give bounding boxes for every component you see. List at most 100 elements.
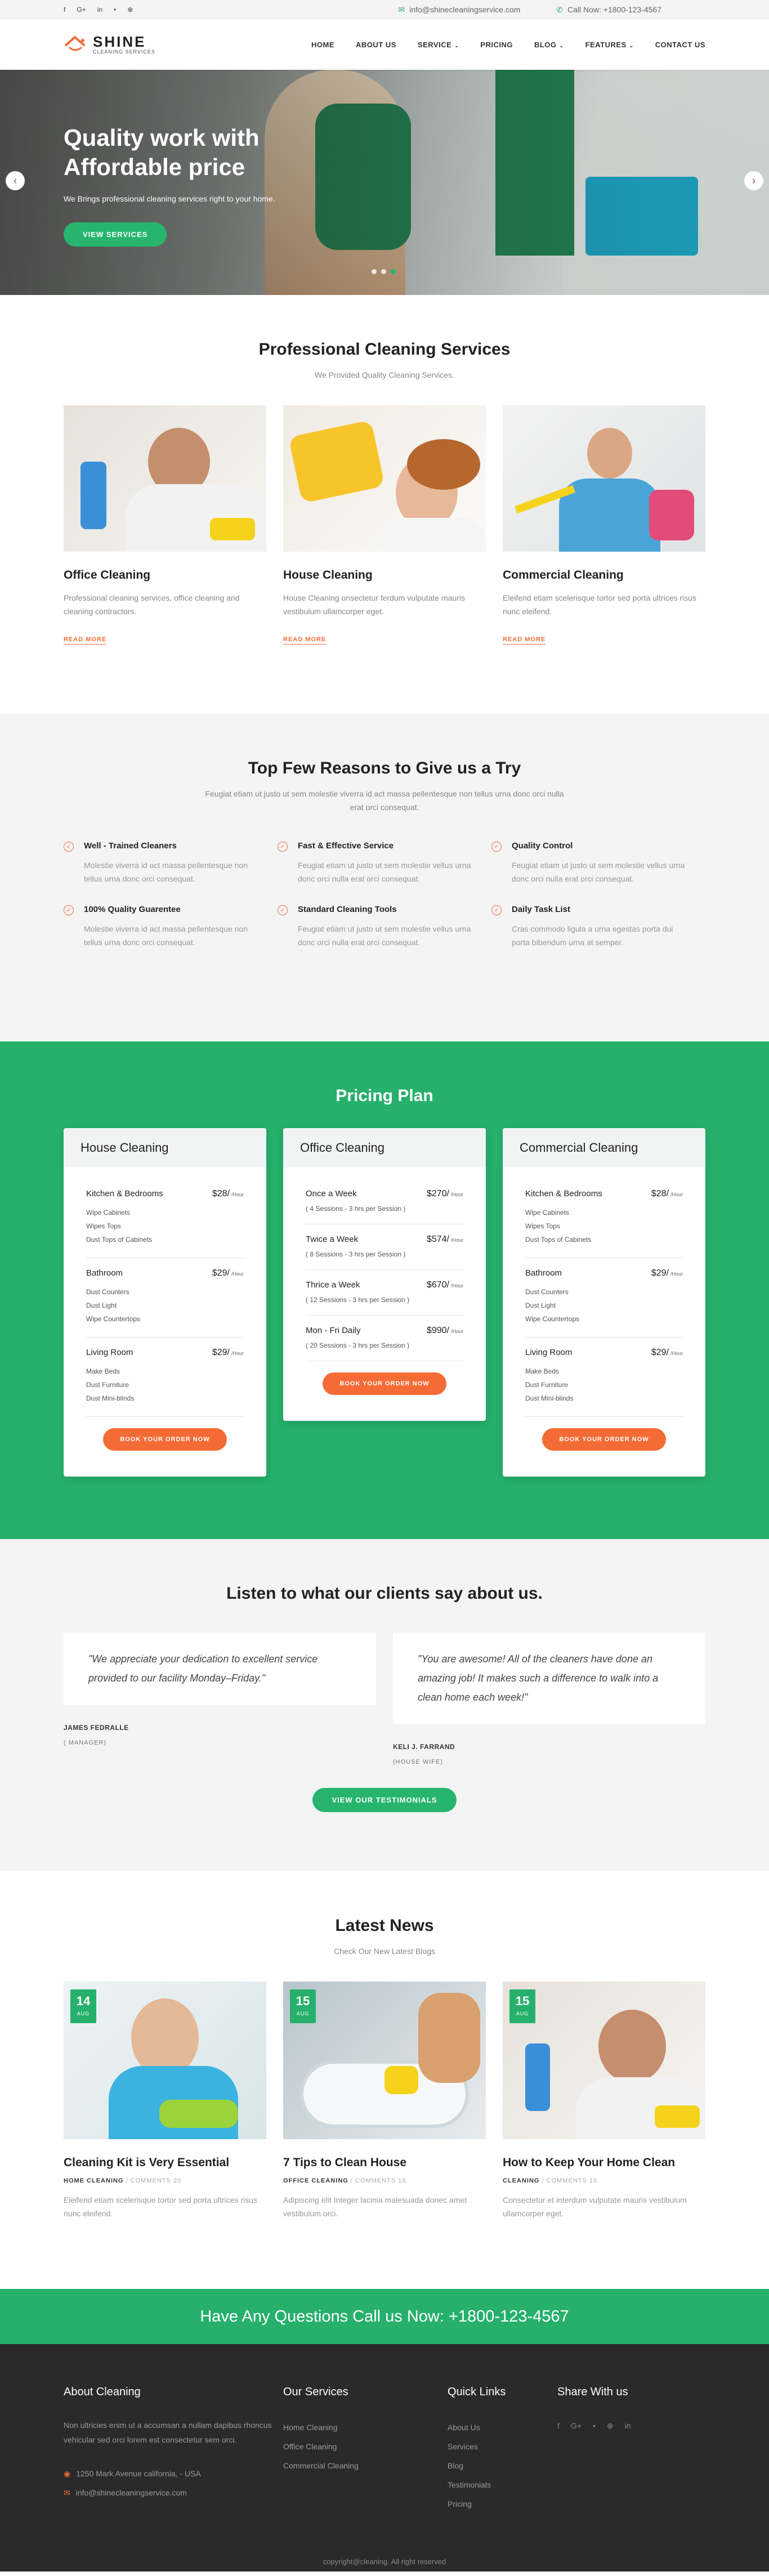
hero-slider: Quality work with Affordable price We Br… [0,70,769,295]
pricing-feature: Make Beds [86,1367,120,1375]
pinterest-icon[interactable]: ⊕ [127,6,133,14]
footer-quick-link[interactable]: About Us [448,2418,557,2437]
slider-dot[interactable] [381,269,386,274]
news-comments[interactable]: COMMENTS 16 [355,2177,406,2184]
call-to-action-banner: Have Any Questions Call us Now: +1800-12… [0,2289,769,2344]
news-category[interactable]: OFFICE CLEANING [283,2177,348,2184]
top-email[interactable]: ✉ info@shinecleaningservice.com [398,5,520,15]
book-order-button[interactable]: BOOK YOUR ORDER NOW [542,1428,666,1451]
pricing-feature: Dust Light [86,1302,117,1309]
linkedin-icon[interactable]: in [97,6,102,14]
slider-next-arrow-icon[interactable]: › [744,171,763,190]
read-more-link[interactable]: READ MORE [503,636,546,645]
testimonial: "You are awesome! All of the cleaners ha… [393,1633,705,1765]
date-badge: 15 AUG [509,1989,535,2023]
nav-home[interactable]: HOME [311,41,334,49]
top-contact: ✉ info@shinecleaningservice.com ✆ Call Now… [398,5,661,15]
service-image-house [283,405,486,552]
phone-icon: ✆ [556,5,564,14]
testimonial-name: KELI J. FARRAND [393,1743,455,1751]
pricing-note: ( 8 Sessions - 3 hrs per Session ) [306,1250,406,1258]
view-services-button[interactable]: VIEW SERVICES [64,222,167,247]
nav-contact-us[interactable]: CONTACT US [655,41,705,49]
read-more-link[interactable]: READ MORE [64,636,107,645]
news-image[interactable]: 15 AUG [283,1982,486,2139]
nav-pricing[interactable]: PRICING [480,41,513,49]
view-testimonials-button[interactable]: VIEW OUR TESTIMONIALS [312,1788,457,1812]
footer-service-link[interactable]: Home Cleaning [283,2418,448,2437]
reason-item: ✓ Daily Task List Cras commodo ligula a ur… [491,905,705,949]
service-image-office [64,405,266,552]
news-card-title[interactable]: How to Keep Your Home Clean [503,2156,705,2170]
footer-quick-link[interactable]: Pricing [448,2494,557,2514]
footer-share-title: Share With us [557,2386,628,2398]
pricing-row-price: $28//Hour [651,1189,683,1198]
book-order-button[interactable]: BOOK YOUR ORDER NOW [103,1428,227,1451]
read-more-link[interactable]: READ MORE [283,636,327,645]
house-logo-icon [64,35,88,54]
footer-quick-link[interactable]: Services [448,2437,557,2456]
footer-services: Our Services Home Cleaning Office Cleani… [283,2386,448,2514]
pricing-feature: Dust Light [525,1302,556,1309]
pricing-row-name: Kitchen & Bedrooms [86,1189,163,1198]
logo[interactable]: SHINE CLEANING SERVICES [64,34,155,55]
slider-dot-active[interactable] [391,269,396,274]
footer-quick-links: Quick Links About Us Services Blog Testi… [448,2386,557,2514]
testimonial-quote: "You are awesome! All of the cleaners ha… [393,1633,705,1724]
pricing-row-name: Thrice a Week [306,1280,360,1290]
pricing-row-name: Mon - Fri Daily [306,1326,361,1335]
social-links: f G+ in • ⊕ [64,6,133,14]
footer-address: ◉ 1250 Mark Avenue california, - USA [64,2469,201,2478]
footer-quick-link[interactable]: Testimonials [448,2475,557,2494]
reason-text: Molestie viverra id act massa pellentesq… [84,924,248,947]
twitter-icon[interactable]: • [593,2421,596,2431]
slider-dots [372,269,396,274]
pricing-row: Twice a Week $574//Hour ( 8 Sessions - 3 … [306,1224,463,1270]
google-plus-icon[interactable]: G+ [77,6,86,14]
news-category[interactable]: CLEANING [503,2177,539,2184]
news-comments[interactable]: COMMENTS 20 [131,2177,181,2184]
news-card-title[interactable]: 7 Tips to Clean House [283,2156,486,2170]
nav-blog[interactable]: BLOG ⌄ [534,41,564,49]
reasons-section: Top Few Reasons to Give us a Try Feugiat… [0,714,769,1041]
footer-service-link[interactable]: Office Cleaning [283,2437,448,2456]
cta-text[interactable]: Have Any Questions Call us Now: +1800-12… [200,2307,569,2326]
facebook-icon[interactable]: f [64,6,65,14]
copyright: copyright@cleaning. All right reserved [323,2557,446,2566]
pinterest-icon[interactable]: ⊕ [607,2421,614,2431]
nav-features[interactable]: FEATURES ⌄ [585,41,634,49]
service-title: Commercial Cleaning [503,569,624,582]
twitter-icon[interactable]: • [114,6,116,14]
pricing-feature: Make Beds [525,1367,560,1375]
book-order-button[interactable]: BOOK YOUR ORDER NOW [323,1372,446,1395]
nav-about-us[interactable]: ABOUT US [356,41,396,49]
slider-prev-arrow-icon[interactable]: ‹ [6,171,25,190]
footer-email[interactable]: ✉ info@shinecleaningservice.com [64,2483,283,2502]
pricing-note: ( 12 Sessions - 3 hrs per Session ) [306,1296,410,1304]
footer-quick-link[interactable]: Blog [448,2456,557,2475]
reason-title: Daily Task List [512,905,570,914]
pricing-row-name: Bathroom [86,1268,123,1278]
facebook-icon[interactable]: f [557,2421,560,2431]
pricing-row-price: $574//Hour [426,1235,463,1244]
slider-dot[interactable] [372,269,377,274]
pricing-row-name: Twice a Week [306,1235,359,1244]
news-comments[interactable]: COMMENTS 10 [547,2177,597,2184]
reason-title: 100% Quality Guarentee [84,905,181,914]
news-card-title[interactable]: Cleaning Kit is Very Essential [64,2156,266,2170]
pricing-row-price: $29//Hour [651,1268,683,1278]
news-section: Latest News Check Our New Latest Blogs 1… [0,1871,769,2289]
news-image[interactable]: 14 AUG [64,1982,266,2139]
pricing-row-price: $670//Hour [426,1280,463,1290]
top-phone[interactable]: ✆ Call Now: +1800-123-4567 [556,5,661,15]
pricing-card: Commercial Cleaning Kitchen & Bedrooms $2… [503,1128,705,1477]
nav-service[interactable]: SERVICE ⌄ [418,41,459,49]
pricing-feature: Wipes Tops [86,1222,121,1230]
news-image[interactable]: 15 AUG [503,1982,705,2139]
reason-item: ✓ Well - Trained Cleaners Molestie viverra… [64,841,278,886]
footer-service-link[interactable]: Commercial Cleaning [283,2456,448,2475]
linkedin-icon[interactable]: in [625,2421,631,2431]
news-category[interactable]: HOME CLEANING [64,2177,124,2184]
pricing-card-title: Commercial Cleaning [503,1128,705,1168]
google-plus-icon[interactable]: G+ [571,2421,582,2431]
